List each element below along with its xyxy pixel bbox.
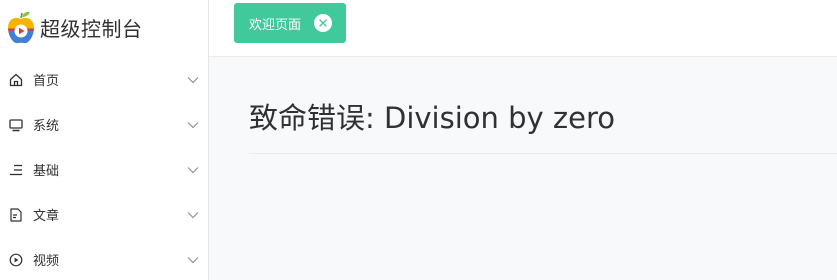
chevron-down-icon [187, 121, 199, 128]
sidebar-item-basic[interactable]: 基础 [0, 147, 208, 192]
tab-bar: 欢迎页面 [209, 0, 837, 57]
chevron-down-icon [187, 76, 199, 83]
divider [249, 153, 837, 154]
sidebar-item-label: 文章 [33, 209, 60, 224]
sidebar-item-home[interactable]: 首页 [0, 57, 208, 102]
document-icon [10, 207, 22, 222]
chevron-down-icon [187, 256, 199, 263]
sidebar-item-system[interactable]: 系统 [0, 102, 208, 147]
play-circle-icon [9, 253, 23, 266]
main-area: 欢迎页面 致命错误: Division by zero [209, 0, 837, 280]
sidebar-item-label: 视频 [33, 254, 60, 269]
apple-play-logo [8, 11, 34, 43]
list-icon [10, 164, 22, 175]
sidebar-menu: 首页 系统 基础 文章 视频 [0, 57, 208, 280]
sidebar-item-label: 首页 [33, 74, 60, 89]
close-circle-icon[interactable] [314, 14, 332, 32]
chevron-down-icon [187, 211, 199, 218]
sidebar-item-video[interactable]: 视频 [0, 237, 208, 280]
home-icon [9, 73, 23, 86]
close-icon [319, 19, 327, 27]
brand[interactable]: 超级控制台 [0, 0, 208, 55]
sidebar-item-label: 基础 [33, 164, 60, 179]
app-root: 超级控制台 首页 系统 基础 文章 视频 欢迎页面 致命错误: Division… [0, 0, 837, 280]
error-message: 致命错误: Division by zero [249, 101, 615, 135]
sidebar-item-article[interactable]: 文章 [0, 192, 208, 237]
content-panel: 致命错误: Division by zero [209, 57, 837, 280]
brand-title: 超级控制台 [40, 17, 143, 41]
sidebar-item-label: 系统 [33, 119, 60, 134]
chevron-down-icon [187, 166, 199, 173]
tab-label: 欢迎页面 [249, 17, 302, 33]
monitor-icon [9, 118, 23, 131]
tab-welcome[interactable]: 欢迎页面 [234, 3, 346, 43]
sidebar: 超级控制台 首页 系统 基础 文章 视频 [0, 0, 209, 280]
